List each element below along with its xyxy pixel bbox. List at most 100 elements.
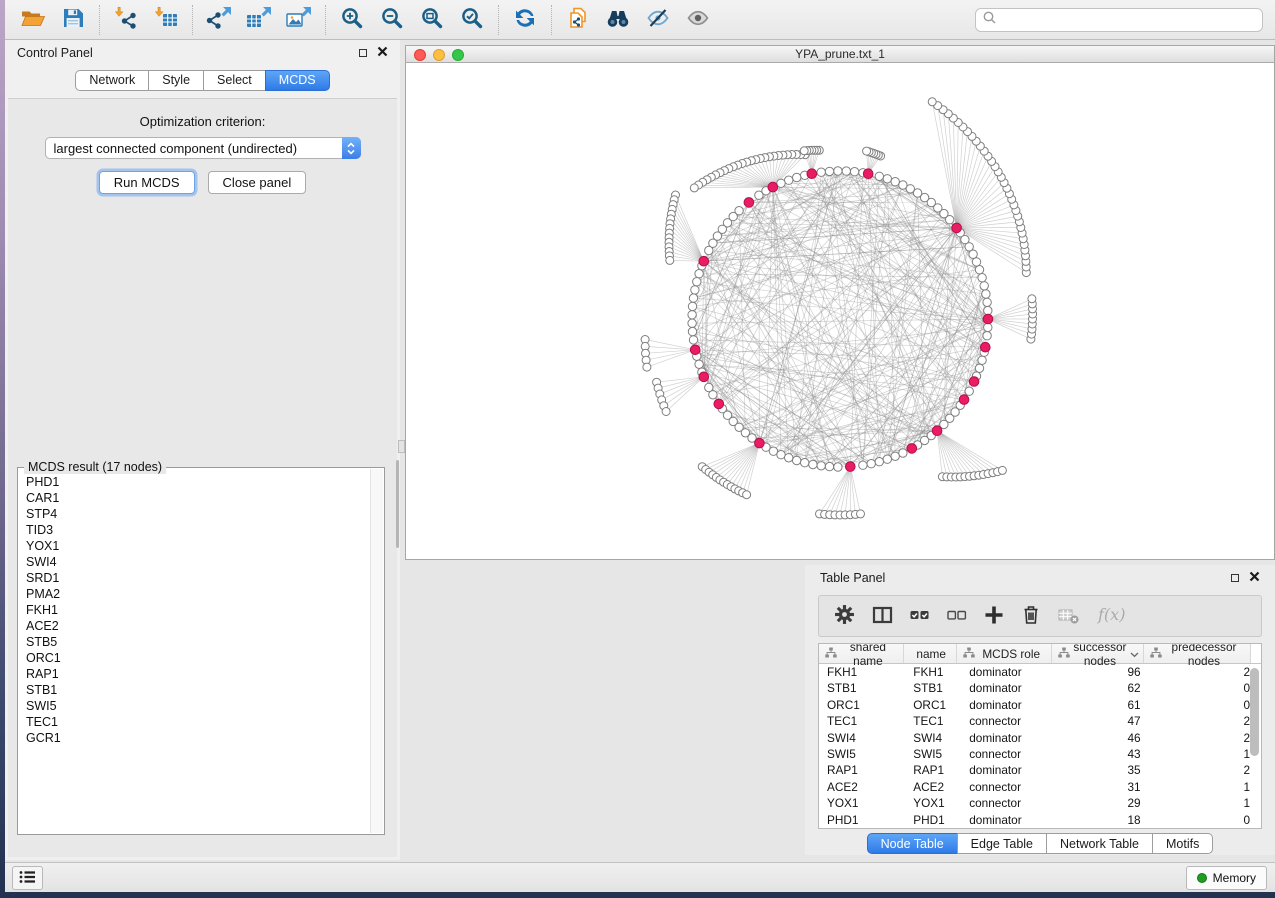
table-cell[interactable]: TEC1: [819, 713, 905, 729]
network-leaf-node[interactable]: [690, 184, 698, 192]
network-node[interactable]: [899, 181, 907, 189]
network-node[interactable]: [984, 306, 992, 314]
table-cell[interactable]: connector: [959, 746, 1056, 762]
zoom-in-button[interactable]: [332, 4, 372, 36]
table-scrollbar-thumb[interactable]: [1250, 668, 1259, 756]
network-hub-node[interactable]: [907, 444, 917, 454]
tab-network[interactable]: Network: [75, 70, 149, 91]
table-row[interactable]: YOX1YOX1connector291: [819, 795, 1261, 811]
deselect-all-button[interactable]: [947, 605, 967, 628]
network-node[interactable]: [875, 458, 883, 466]
network-node[interactable]: [978, 274, 986, 282]
show-network-button[interactable]: [678, 4, 718, 36]
table-cell[interactable]: 29: [1056, 795, 1150, 811]
network-leaf-node[interactable]: [857, 510, 865, 518]
select-all-button[interactable]: [910, 605, 930, 628]
window-minimize-button[interactable]: [433, 49, 445, 61]
network-node[interactable]: [688, 302, 696, 310]
network-leaf-node[interactable]: [1028, 295, 1036, 303]
network-hub-node[interactable]: [983, 314, 993, 324]
table-cell[interactable]: PHD1: [819, 812, 905, 828]
table-cell[interactable]: ACE2: [819, 779, 905, 795]
function-builder-button[interactable]: f(x): [1097, 604, 1131, 629]
table-settings-button[interactable]: [834, 604, 855, 628]
close-panel-button[interactable]: Close panel: [208, 171, 307, 194]
tab-motifs[interactable]: Motifs: [1152, 833, 1213, 854]
network-leaf-node[interactable]: [863, 147, 871, 155]
network-node[interactable]: [801, 459, 809, 467]
network-node[interactable]: [834, 167, 842, 175]
table-cell[interactable]: connector: [959, 713, 1056, 729]
table-cell[interactable]: 0: [1151, 697, 1261, 713]
column-header-MCDS-role[interactable]: MCDS role: [957, 644, 1051, 663]
mcds-result-item[interactable]: TEC1: [26, 714, 383, 730]
network-hub-node[interactable]: [981, 342, 991, 352]
network-node[interactable]: [693, 278, 701, 286]
network-node[interactable]: [691, 286, 699, 294]
tab-node-table[interactable]: Node Table: [867, 833, 958, 854]
panel-splitter-handle[interactable]: [398, 440, 405, 453]
network-node[interactable]: [972, 258, 980, 266]
table-cell[interactable]: SWI5: [905, 746, 959, 762]
network-node[interactable]: [825, 167, 833, 175]
table-cell[interactable]: 2: [1151, 762, 1261, 778]
table-row[interactable]: PHD1PHD1dominator180: [819, 812, 1261, 828]
network-hub-node[interactable]: [932, 426, 942, 436]
refresh-button[interactable]: [505, 4, 545, 36]
network-node[interactable]: [689, 336, 697, 344]
close-panel-icon[interactable]: [1249, 569, 1260, 587]
add-column-button[interactable]: [984, 605, 1004, 628]
zoom-fit-button[interactable]: [412, 4, 452, 36]
table-cell[interactable]: SWI5: [819, 746, 905, 762]
table-row[interactable]: ACE2ACE2connector311: [819, 779, 1261, 795]
network-hub-node[interactable]: [959, 395, 969, 405]
network-node[interactable]: [891, 178, 899, 186]
table-cell[interactable]: FKH1: [819, 664, 905, 680]
table-cell[interactable]: RAP1: [819, 762, 905, 778]
network-node[interactable]: [975, 364, 983, 372]
table-cell[interactable]: dominator: [959, 730, 1056, 746]
tab-network-table[interactable]: Network Table: [1046, 833, 1153, 854]
mcds-result-item[interactable]: ACE2: [26, 618, 383, 634]
network-node[interactable]: [891, 452, 899, 460]
table-cell[interactable]: RAP1: [905, 762, 959, 778]
table-cell[interactable]: 47: [1056, 713, 1150, 729]
import-network-button[interactable]: [106, 4, 146, 36]
network-hub-node[interactable]: [863, 169, 873, 179]
table-cell[interactable]: 43: [1056, 746, 1150, 762]
table-cell[interactable]: FKH1: [905, 664, 959, 680]
import-table-button[interactable]: [146, 4, 186, 36]
mcds-result-item[interactable]: STP4: [26, 506, 383, 522]
network-node[interactable]: [875, 172, 883, 180]
network-node[interactable]: [984, 323, 992, 331]
mcds-result-item[interactable]: RAP1: [26, 666, 383, 682]
network-node[interactable]: [842, 167, 850, 175]
open-file-button[interactable]: [13, 4, 53, 36]
export-table-button[interactable]: [239, 4, 279, 36]
network-hub-node[interactable]: [952, 223, 962, 233]
table-row[interactable]: FKH1FKH1dominator962: [819, 664, 1261, 680]
table-cell[interactable]: 2: [1151, 713, 1261, 729]
network-node[interactable]: [825, 462, 833, 470]
mcds-result-item[interactable]: SRD1: [26, 570, 383, 586]
network-node[interactable]: [834, 463, 842, 471]
network-node[interactable]: [859, 461, 867, 469]
mcds-result-scrollbar[interactable]: [370, 469, 383, 833]
show-columns-button[interactable]: [872, 605, 893, 628]
search-network-button[interactable]: [598, 4, 638, 36]
column-header-name[interactable]: name: [904, 644, 958, 663]
network-node[interactable]: [689, 294, 697, 302]
table-cell[interactable]: YOX1: [905, 795, 959, 811]
tab-mcds[interactable]: MCDS: [265, 70, 330, 91]
close-panel-icon[interactable]: [377, 44, 388, 62]
table-row[interactable]: ORC1ORC1dominator610: [819, 697, 1261, 713]
table-cell[interactable]: STB1: [819, 680, 905, 696]
network-leaf-node[interactable]: [666, 256, 674, 264]
network-node[interactable]: [695, 270, 703, 278]
table-cell[interactable]: ACE2: [905, 779, 959, 795]
network-leaf-node[interactable]: [800, 147, 808, 155]
table-cell[interactable]: 0: [1151, 680, 1261, 696]
network-node[interactable]: [709, 391, 717, 399]
table-cell[interactable]: 46: [1056, 730, 1150, 746]
network-node[interactable]: [688, 311, 696, 319]
